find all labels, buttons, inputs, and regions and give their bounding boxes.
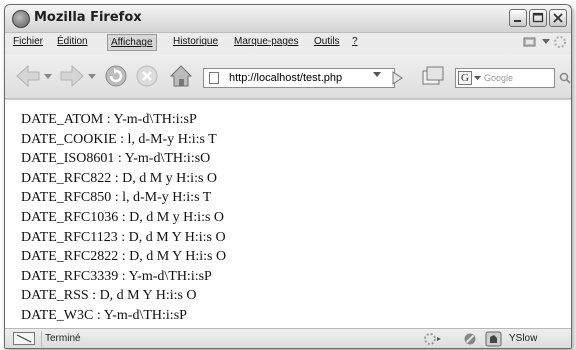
- output-line: DATE_ISO8601 : Y-m-d\TH:i:sO: [21, 151, 211, 167]
- url-history-dropdown[interactable]: [373, 72, 381, 78]
- output-line: DATE_RFC850 : l, d-M-y H:i:s T: [21, 190, 212, 206]
- url-bar[interactable]: http://localhost/test.php: [203, 68, 395, 88]
- close-icon: [553, 13, 563, 23]
- status-bar: Terminé YSlow: [5, 328, 571, 348]
- output-line: DATE_W3C : Y-m-d\TH:i:sP: [21, 307, 187, 323]
- bookmark-tool-icon[interactable]: [421, 65, 445, 87]
- page-icon: [209, 72, 219, 84]
- title-bar: Mozilla Firefox: [5, 5, 571, 33]
- menu-help[interactable]: ?: [352, 36, 358, 47]
- chevron-down-icon[interactable]: [542, 39, 550, 45]
- throbber-icon: [554, 36, 566, 48]
- status-text: Terminé: [45, 333, 81, 344]
- back-button[interactable]: [15, 65, 41, 87]
- activity-icon: [523, 37, 536, 47]
- menu-edition[interactable]: Édition: [57, 36, 88, 47]
- firefox-icon: [12, 10, 30, 28]
- yslow-icon[interactable]: [485, 331, 503, 347]
- menu-outils[interactable]: Outils: [314, 36, 340, 47]
- search-bar[interactable]: G Google: [455, 68, 555, 88]
- output-line: DATE_RFC1123 : D, d M Y H:i:s O: [21, 229, 226, 245]
- minimize-button[interactable]: [509, 9, 527, 27]
- forward-history-dropdown[interactable]: [88, 74, 96, 80]
- yslow-label[interactable]: YSlow: [509, 333, 537, 344]
- page-content: DATE_ATOM : Y-m-d\TH:i:sP DATE_COOKIE : …: [5, 99, 571, 328]
- maximize-icon: [532, 12, 544, 23]
- output-line: DATE_RFC1036 : D, d M y H:i:s O: [21, 209, 225, 225]
- output-text: DATE_ATOM : Y-m-d\TH:i:sP DATE_COOKIE : …: [21, 110, 226, 326]
- back-history-dropdown[interactable]: [44, 74, 52, 80]
- window-title: Mozilla Firefox: [34, 10, 142, 25]
- url-text[interactable]: http://localhost/test.php: [229, 72, 342, 84]
- navigation-toolbar: http://localhost/test.php G Google: [5, 54, 571, 99]
- reload-button[interactable]: [104, 64, 128, 88]
- disabled-icon[interactable]: [463, 332, 477, 346]
- output-line: DATE_RFC3339 : Y-m-d\TH:i:sP: [21, 268, 212, 284]
- status-page-icon: [13, 332, 35, 345]
- menu-historique[interactable]: Historique: [173, 36, 218, 47]
- browser-window: Mozilla Firefox Fichier Édition Affichag…: [4, 4, 572, 349]
- output-line: DATE_COOKIE : l, d-M-y H:i:s T: [21, 131, 217, 147]
- menu-bar: Fichier Édition Affichage Historique Mar…: [5, 33, 571, 53]
- google-icon[interactable]: G: [458, 71, 472, 85]
- menu-marque-pages[interactable]: Marque-pages: [234, 36, 298, 47]
- maximize-button[interactable]: [529, 9, 547, 27]
- search-icon[interactable]: [558, 68, 572, 88]
- menu-affichage[interactable]: Affichage: [107, 34, 157, 51]
- forward-button[interactable]: [59, 65, 85, 87]
- menu-fichier[interactable]: Fichier: [13, 36, 43, 47]
- minimize-icon: [514, 20, 521, 22]
- output-line: DATE_RFC822 : D, d M y H:i:s O: [21, 170, 218, 186]
- stop-button[interactable]: [135, 64, 159, 88]
- addon-icon[interactable]: [423, 332, 443, 346]
- output-line: DATE_RSS : D, d M Y H:i:s O: [21, 288, 197, 304]
- home-button[interactable]: [168, 63, 194, 89]
- output-line: DATE_ATOM : Y-m-d\TH:i:sP: [21, 112, 197, 127]
- chevron-down-icon[interactable]: [474, 76, 481, 81]
- output-line: DATE_RFC2822 : D, d M Y H:i:s O: [21, 249, 227, 265]
- close-button[interactable]: [549, 9, 567, 27]
- search-placeholder: Google: [484, 73, 514, 83]
- go-button[interactable]: [391, 71, 403, 85]
